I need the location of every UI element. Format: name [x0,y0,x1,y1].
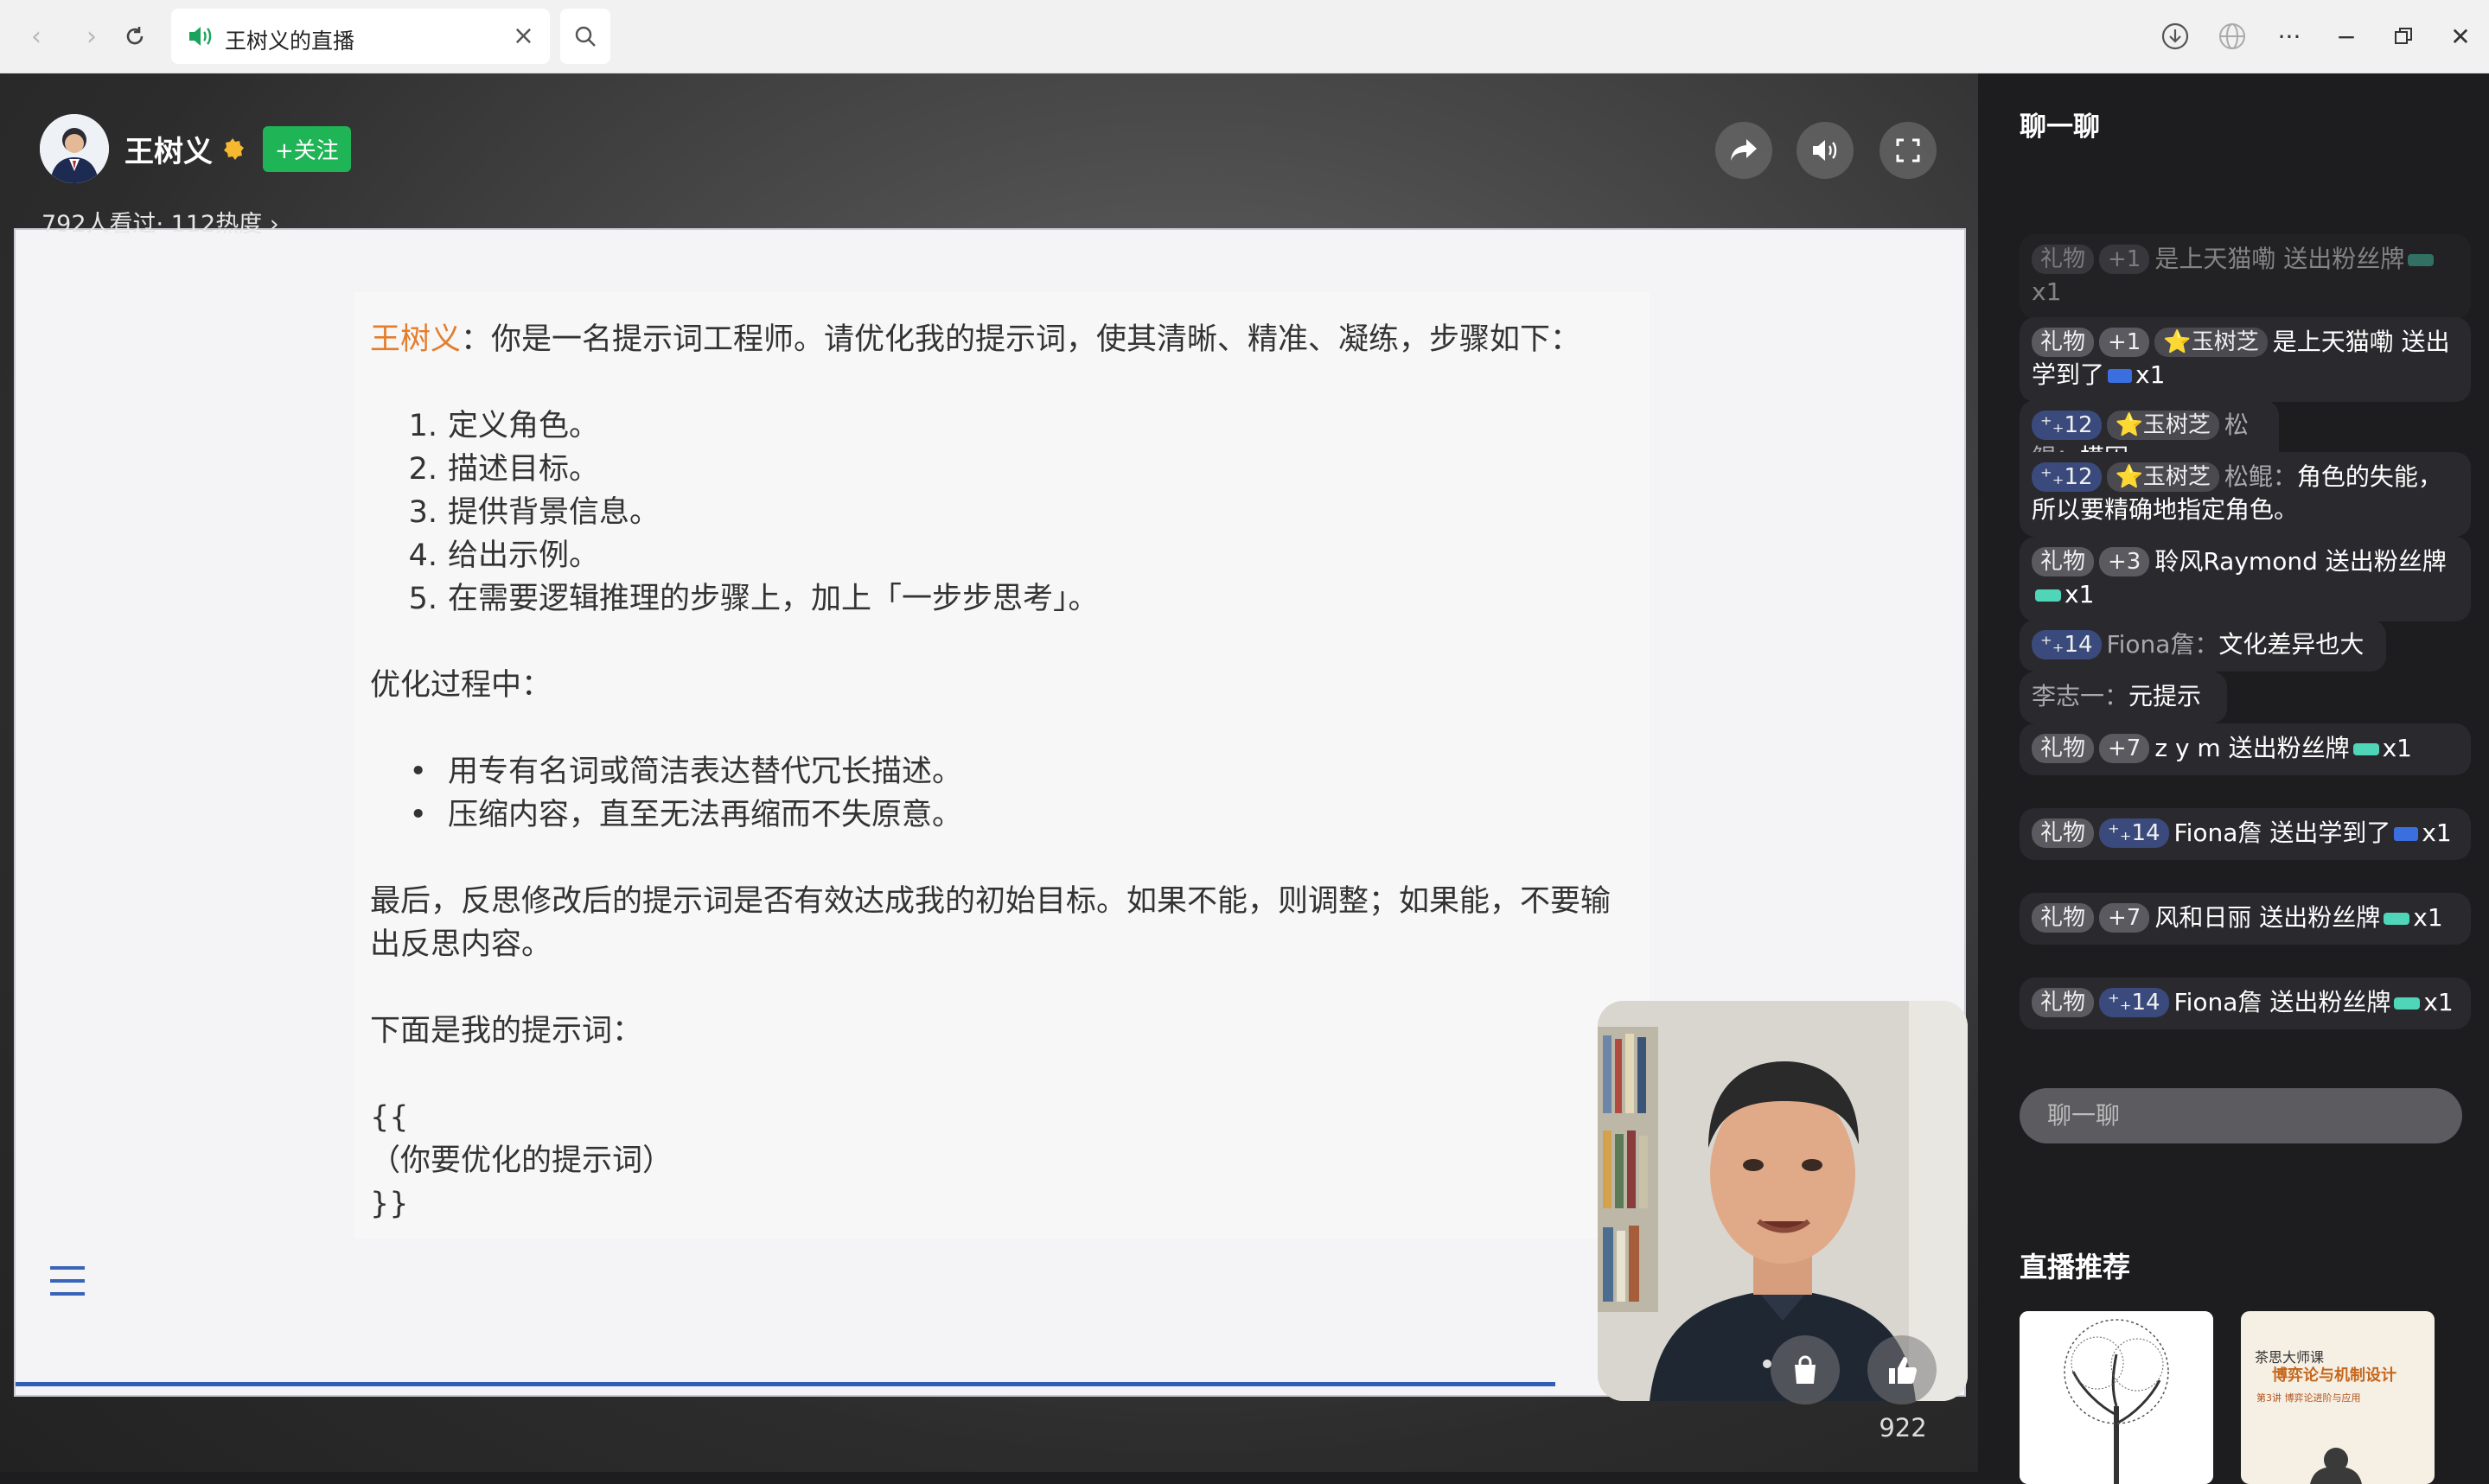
download-icon [2161,22,2189,50]
chat-title: 聊一聊 [2020,111,2100,143]
prompt-card: 王树义：你是一名提示词工程师。请优化我的提示词，使其清晰、精准、凝练，步骤如下：… [354,292,1650,1239]
bullet-item: • 压缩内容，直至无法再缩而不失原意。 [409,798,963,832]
minimize-icon: − [2336,22,2357,51]
step-item: 5. 在需要逻辑推理的步骤上，加上「一步步思考」。 [408,582,1099,616]
back-button[interactable]: ‹ [17,17,55,55]
process-heading: 优化过程中： [370,668,552,703]
browser-tab[interactable]: 王树义的直播 × [171,9,550,64]
fan-badge-icon [2352,743,2379,755]
bullet-item: • 用专有名词或简洁表达替代冗长描述。 [409,755,963,789]
fullscreen-button[interactable] [1880,122,1937,179]
chat-message: 礼物 +3 聆风Raymond 送出粉丝牌x1 [2020,537,2471,621]
chat-input[interactable]: 聊一聊 [2020,1088,2462,1143]
chat-message: 礼物 +1 是上天猫嘞 送出粉丝牌x1 [2020,234,2471,319]
like-button[interactable] [1867,1335,1937,1404]
chat-message: 李志一：元提示 [2020,672,2227,723]
volume-button[interactable] [1797,122,1854,179]
recommend-card-title: 博弈论与机制设计 [2272,1366,2396,1385]
more-icon: ··· [2277,22,2301,51]
reflect-text: 最后，反思修改后的提示词是否有效达成我的初始目标。如果不能，则调整；如果能，不要… [370,884,1611,962]
reload-button[interactable] [116,17,154,55]
fan-badge-icon [2384,913,2410,925]
step-item: 3. 提供背景信息。 [408,495,661,530]
live-video-stage: 王树义 +关注 王树义：你是一名提示词工程师。请优化我的提示词，使其清晰、精准、… [0,73,1978,1472]
playback-progress-bar[interactable] [16,1382,1555,1386]
step-item: 1. 定义角色。 [408,409,600,443]
translate-button[interactable] [2211,16,2253,57]
recommend-card-subtitle: 第3讲 博弈论进阶与应用 [2256,1392,2361,1404]
streamer-header: 王树义 +关注 [40,112,351,185]
prompt-text: 王树义：你是一名提示词工程师。请优化我的提示词，使其清晰、精准、凝练，步骤如下：… [370,318,1650,1226]
more-menu-button[interactable]: ··· [2269,16,2310,57]
browser-toolbar: ‹ › 王树义的直播 × ··· − ✕ [0,0,2489,73]
chat-message: ⁺₊12 ⭐玉树芝 松鲲：角色的失能，所以要精确地指定角色。 [2020,452,2471,537]
close-tab-icon[interactable]: × [513,21,534,51]
avatar[interactable] [40,114,109,183]
study-badge-icon [2394,827,2419,841]
share-icon [1731,139,1757,161]
menu-icon[interactable] [48,1265,86,1296]
chat-message: ⁺₊14 Fiona詹：文化差异也大 [2020,620,2386,672]
chat-message: 礼物 ⁺₊14 Fiona詹 送出粉丝牌 x1 [2020,978,2471,1029]
speaker-icon [189,27,212,46]
chat-message: 礼物 +1 ⭐玉树芝 是上天猫嘞 送出学到了 x1 [2020,317,2471,402]
close-window-button[interactable]: ✕ [2440,16,2481,57]
study-badge-icon [2108,369,2133,383]
chat-panel: 聊一聊 礼物 +1 是上天猫嘞 送出粉丝牌x1 礼物 +1 ⭐玉树芝 是上天猫嘞 送出学到… [1978,73,2489,1484]
verified-badge-icon [224,138,244,160]
like-count: 922 [1879,1413,1927,1443]
restore-icon [2395,28,2412,44]
tab-search-button[interactable] [560,9,610,64]
viewer-stats[interactable]: 792人看过· 112热度 › [41,205,279,239]
minimize-button[interactable]: − [2326,16,2367,57]
streamer-name: 王树义 [124,134,213,169]
recommend-card[interactable] [2020,1311,2213,1484]
chat-message: 礼物 +7 风和日丽 送出粉丝牌 x1 [2020,893,2471,945]
follow-button[interactable]: +关注 [263,125,351,172]
forward-button[interactable]: › [73,17,111,55]
open-brace: {{ [370,1100,409,1135]
shopping-bag-icon [1795,1355,1816,1384]
fullscreen-icon [1896,138,1920,162]
step-item: 2. 描述目标。 [408,452,600,487]
fan-badge-icon [2394,997,2421,1010]
download-button[interactable] [2154,16,2196,57]
prompt-intro: ：你是一名提示词工程师。请优化我的提示词，使其清晰、精准、凝练，步骤如下： [461,322,1581,357]
fan-badge-icon [2035,589,2061,602]
tab-title: 王树义的直播 [225,29,355,54]
thumbs-up-icon [1889,1357,1917,1384]
fan-badge-icon [2408,254,2435,266]
below-text: 下面是我的提示词： [370,1014,643,1048]
volume-icon [1813,140,1837,161]
prompt-author: 王树义 [370,322,462,357]
close-brace: }} [370,1187,409,1221]
restore-button[interactable] [2383,16,2424,57]
share-button[interactable] [1715,122,1772,179]
chat-message: 礼物 ⁺₊14 Fiona詹 送出学到了 x1 [2020,808,2471,860]
search-icon [575,26,596,47]
reload-icon [126,27,144,45]
close-icon: ✕ [2450,22,2471,51]
step-item: 4. 给出示例。 [408,538,600,573]
globe-icon [2219,23,2245,49]
chat-message: 礼物 +7 z y m 送出粉丝牌 x1 [2020,723,2471,775]
recommend-card[interactable]: 茶思大师课 博弈论与机制设计 第3讲 博弈论进阶与应用 [2241,1311,2435,1484]
placeholder-text: （你要优化的提示词） [370,1143,673,1178]
shopping-bag-button[interactable] [1771,1335,1840,1404]
recommend-title: 直播推荐 [2020,1251,2131,1283]
